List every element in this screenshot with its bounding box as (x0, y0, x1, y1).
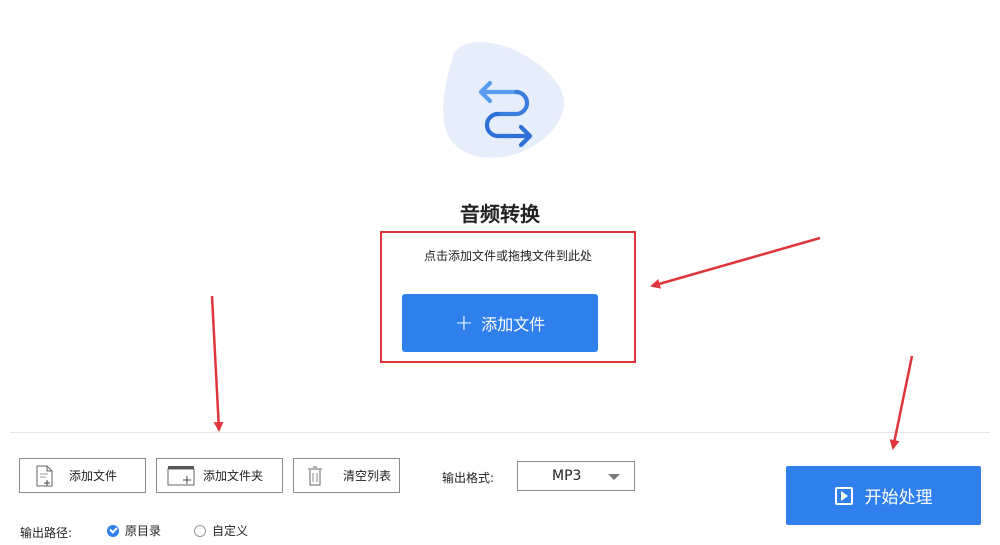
chevron-down-icon (608, 474, 620, 480)
output-path-label: 输出路径: (20, 526, 73, 540)
radio-unchecked-icon (194, 524, 206, 537)
annotation-arrow-toolbar (210, 295, 224, 432)
radio-custom-dir[interactable]: 自定义 (194, 522, 248, 539)
annotation-arrow-start (889, 355, 914, 450)
file-add-icon (36, 465, 53, 486)
add-file-main-button[interactable]: + 添加文件 (402, 294, 598, 352)
clear-list-button[interactable]: 清空列表 (293, 458, 400, 493)
add-file-label: 添加文件 (69, 469, 118, 483)
add-file-button[interactable]: 添加文件 (19, 458, 146, 493)
add-folder-button[interactable]: 添加文件夹 (156, 458, 283, 493)
folder-add-icon (167, 465, 195, 485)
annotation-arrow-dropzone (650, 236, 821, 289)
output-format-select[interactable]: MP3 (517, 461, 635, 491)
convert-arrows-icon (438, 40, 568, 160)
clear-list-label: 清空列表 (343, 469, 392, 483)
add-folder-label: 添加文件夹 (203, 469, 264, 483)
page-title: 音频转换 (460, 202, 540, 226)
start-processing-label: 开始处理 (864, 488, 933, 508)
output-format-label: 输出格式: (442, 471, 495, 485)
drop-hint: 点击添加文件或拖拽文件到此处 (423, 249, 592, 263)
radio-original-dir-label: 原目录 (125, 524, 162, 538)
add-file-main-label: 添加文件 (481, 315, 546, 334)
play-icon (834, 486, 853, 505)
start-processing-button[interactable]: 开始处理 (786, 466, 981, 525)
radio-checked-icon (107, 524, 119, 537)
trash-icon (308, 466, 322, 485)
radio-original-dir[interactable]: 原目录 (107, 522, 161, 539)
divider (10, 432, 990, 433)
plus-icon: + (454, 310, 474, 336)
radio-custom-dir-label: 自定义 (212, 524, 249, 538)
output-format-value: MP3 (552, 468, 582, 484)
